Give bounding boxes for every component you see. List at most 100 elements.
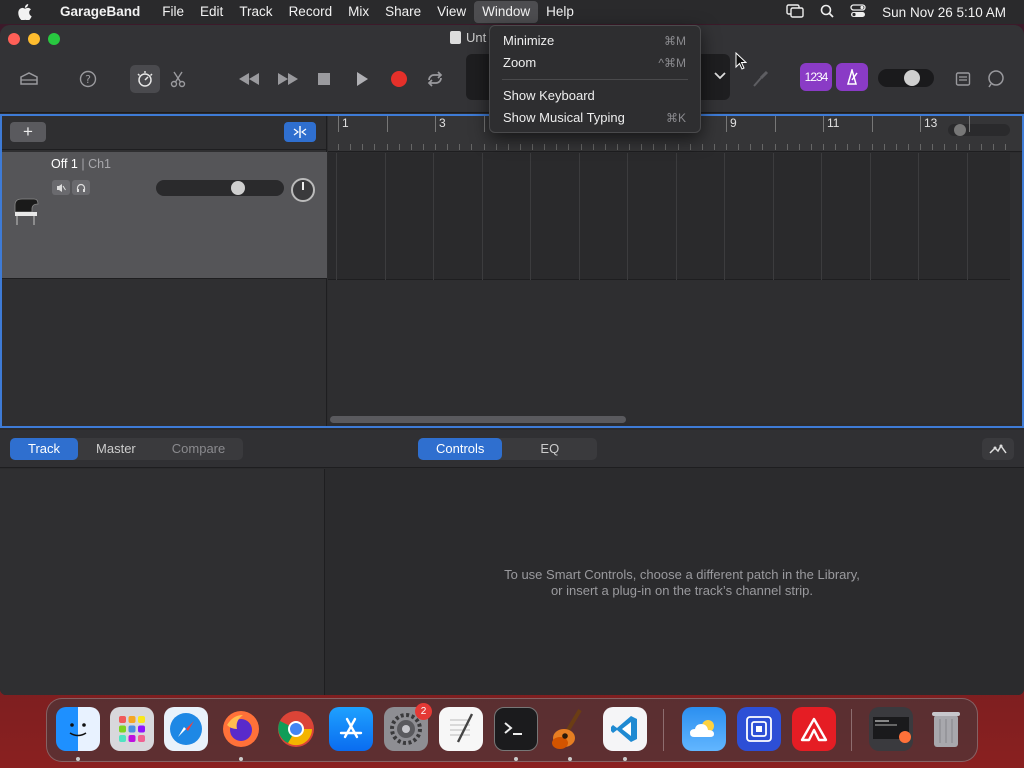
menu-app-name[interactable]: GarageBand bbox=[52, 1, 148, 23]
solo-headphones-icon[interactable] bbox=[72, 180, 90, 195]
altserver-icon[interactable] bbox=[737, 707, 781, 751]
track-volume-slider[interactable] bbox=[156, 180, 284, 196]
menu-file[interactable]: File bbox=[154, 1, 192, 23]
smart-controls-icon[interactable] bbox=[130, 65, 160, 93]
master-volume-slider[interactable] bbox=[878, 69, 934, 87]
smart-controls-inspector-icon[interactable] bbox=[982, 438, 1014, 460]
acrobat-icon[interactable] bbox=[792, 707, 836, 751]
app-store-icon[interactable] bbox=[329, 707, 373, 751]
menu-help[interactable]: Help bbox=[538, 1, 582, 23]
menu-share[interactable]: Share bbox=[377, 1, 429, 23]
close-button[interactable] bbox=[8, 33, 20, 45]
metronome-icon[interactable] bbox=[836, 63, 868, 91]
menu-view[interactable]: View bbox=[429, 1, 474, 23]
ruler-tick bbox=[750, 144, 752, 150]
record-icon[interactable] bbox=[384, 65, 414, 93]
count-in-button[interactable]: 1234 bbox=[800, 63, 832, 91]
ruler-tick bbox=[980, 144, 982, 150]
ruler-tick bbox=[519, 144, 521, 150]
play-icon[interactable] bbox=[347, 65, 377, 93]
finder-icon[interactable] bbox=[56, 707, 100, 751]
smart-controls-left-tabs: Track Master Compare bbox=[10, 438, 244, 460]
ruler-tick bbox=[483, 144, 485, 150]
ruler-bar-number: 9 bbox=[730, 116, 737, 130]
track-volume-thumb[interactable] bbox=[231, 181, 245, 195]
ruler-tick bbox=[556, 144, 558, 150]
menu-item-minimize[interactable]: Minimize ⌘M bbox=[490, 30, 700, 52]
rewind-icon[interactable] bbox=[234, 65, 264, 93]
menu-item-zoom[interactable]: Zoom ^⌘M bbox=[490, 52, 700, 74]
notepad-icon[interactable] bbox=[948, 65, 978, 93]
ruler-tick bbox=[507, 144, 509, 150]
minimize-button[interactable] bbox=[28, 33, 40, 45]
lane-grid-line bbox=[724, 153, 725, 280]
terminal-icon[interactable] bbox=[494, 707, 538, 751]
ruler-bar-number: 11 bbox=[827, 116, 840, 130]
weather-icon[interactable] bbox=[682, 707, 726, 751]
menubar-clock[interactable]: Sun Nov 26 5:10 AM bbox=[882, 5, 1006, 20]
mute-speaker-icon[interactable] bbox=[52, 180, 70, 195]
tab-controls[interactable]: Controls bbox=[418, 438, 503, 460]
tab-compare[interactable]: Compare bbox=[154, 438, 243, 460]
control-center-icon[interactable] bbox=[850, 3, 866, 21]
track-zoom-slider[interactable] bbox=[948, 124, 1010, 136]
firefox-icon[interactable] bbox=[219, 707, 263, 751]
spotlight-search-icon[interactable] bbox=[820, 4, 834, 21]
horizontal-scrollbar[interactable] bbox=[330, 416, 626, 423]
screen-mirroring-icon[interactable] bbox=[786, 3, 804, 21]
fast-forward-icon[interactable] bbox=[273, 65, 303, 93]
ruler-bar-line bbox=[823, 116, 824, 132]
track-mini-buttons bbox=[52, 180, 90, 195]
menu-mix[interactable]: Mix bbox=[340, 1, 377, 23]
add-track-button[interactable]: + bbox=[10, 122, 46, 142]
launchpad-icon[interactable] bbox=[110, 707, 154, 751]
track-pan-knob[interactable] bbox=[291, 178, 315, 202]
fullscreen-button[interactable] bbox=[48, 33, 60, 45]
cycle-icon[interactable] bbox=[420, 65, 450, 93]
menu-window[interactable]: Window bbox=[474, 1, 539, 23]
chrome-icon[interactable] bbox=[274, 707, 318, 751]
menu-edit[interactable]: Edit bbox=[192, 1, 231, 23]
dock-running-indicator bbox=[514, 757, 518, 761]
track-header-row[interactable]: Off 1 | Ch1 bbox=[2, 152, 327, 279]
catch-playhead-icon[interactable] bbox=[284, 122, 316, 142]
apple-menu-icon[interactable] bbox=[18, 4, 36, 20]
track-lanes[interactable] bbox=[328, 153, 1011, 423]
textedit-icon[interactable] bbox=[439, 707, 483, 751]
menu-record[interactable]: Record bbox=[281, 1, 341, 23]
ruler-tick bbox=[810, 144, 812, 150]
vertical-scrollbar[interactable] bbox=[1010, 153, 1020, 423]
menu-item-show-musical-typing[interactable]: Show Musical Typing ⌘K bbox=[490, 107, 700, 129]
ruler-tick bbox=[689, 144, 691, 150]
downloads-stack-icon[interactable] bbox=[869, 707, 913, 751]
tuner-icon[interactable] bbox=[745, 65, 775, 93]
library-icon[interactable] bbox=[14, 65, 44, 93]
ruler-tick bbox=[895, 144, 897, 150]
lane-grid-line bbox=[627, 153, 628, 280]
stop-icon[interactable] bbox=[309, 65, 339, 93]
ruler-tick bbox=[568, 144, 570, 150]
dock-running-indicator bbox=[568, 757, 572, 761]
document-icon bbox=[450, 31, 461, 44]
lane-grid-line bbox=[772, 153, 774, 280]
trash-icon[interactable] bbox=[924, 707, 968, 751]
quick-help-icon[interactable]: ? bbox=[73, 65, 103, 93]
menu-track[interactable]: Track bbox=[231, 1, 280, 23]
garageband-icon[interactable] bbox=[548, 707, 592, 751]
ruler-tick bbox=[920, 144, 921, 150]
tab-master[interactable]: Master bbox=[78, 438, 154, 460]
loop-browser-icon[interactable] bbox=[981, 65, 1011, 93]
lcd-chevron-down-icon[interactable] bbox=[714, 68, 726, 83]
track-lane[interactable] bbox=[328, 153, 1011, 280]
ruler-tick bbox=[435, 144, 436, 150]
menu-item-show-keyboard-label: Show Keyboard bbox=[503, 88, 595, 103]
system-settings-icon[interactable]: 2 bbox=[384, 703, 432, 751]
menu-item-show-keyboard[interactable]: Show Keyboard bbox=[490, 85, 700, 107]
tab-eq[interactable]: EQ bbox=[502, 438, 597, 460]
vscode-icon[interactable] bbox=[603, 707, 647, 751]
tab-track[interactable]: Track bbox=[10, 438, 79, 460]
editors-scissors-icon[interactable] bbox=[163, 65, 193, 93]
safari-icon[interactable] bbox=[164, 707, 208, 751]
ruler-tick bbox=[398, 144, 400, 150]
track-name[interactable]: Off 1 | Ch1 bbox=[51, 157, 111, 171]
